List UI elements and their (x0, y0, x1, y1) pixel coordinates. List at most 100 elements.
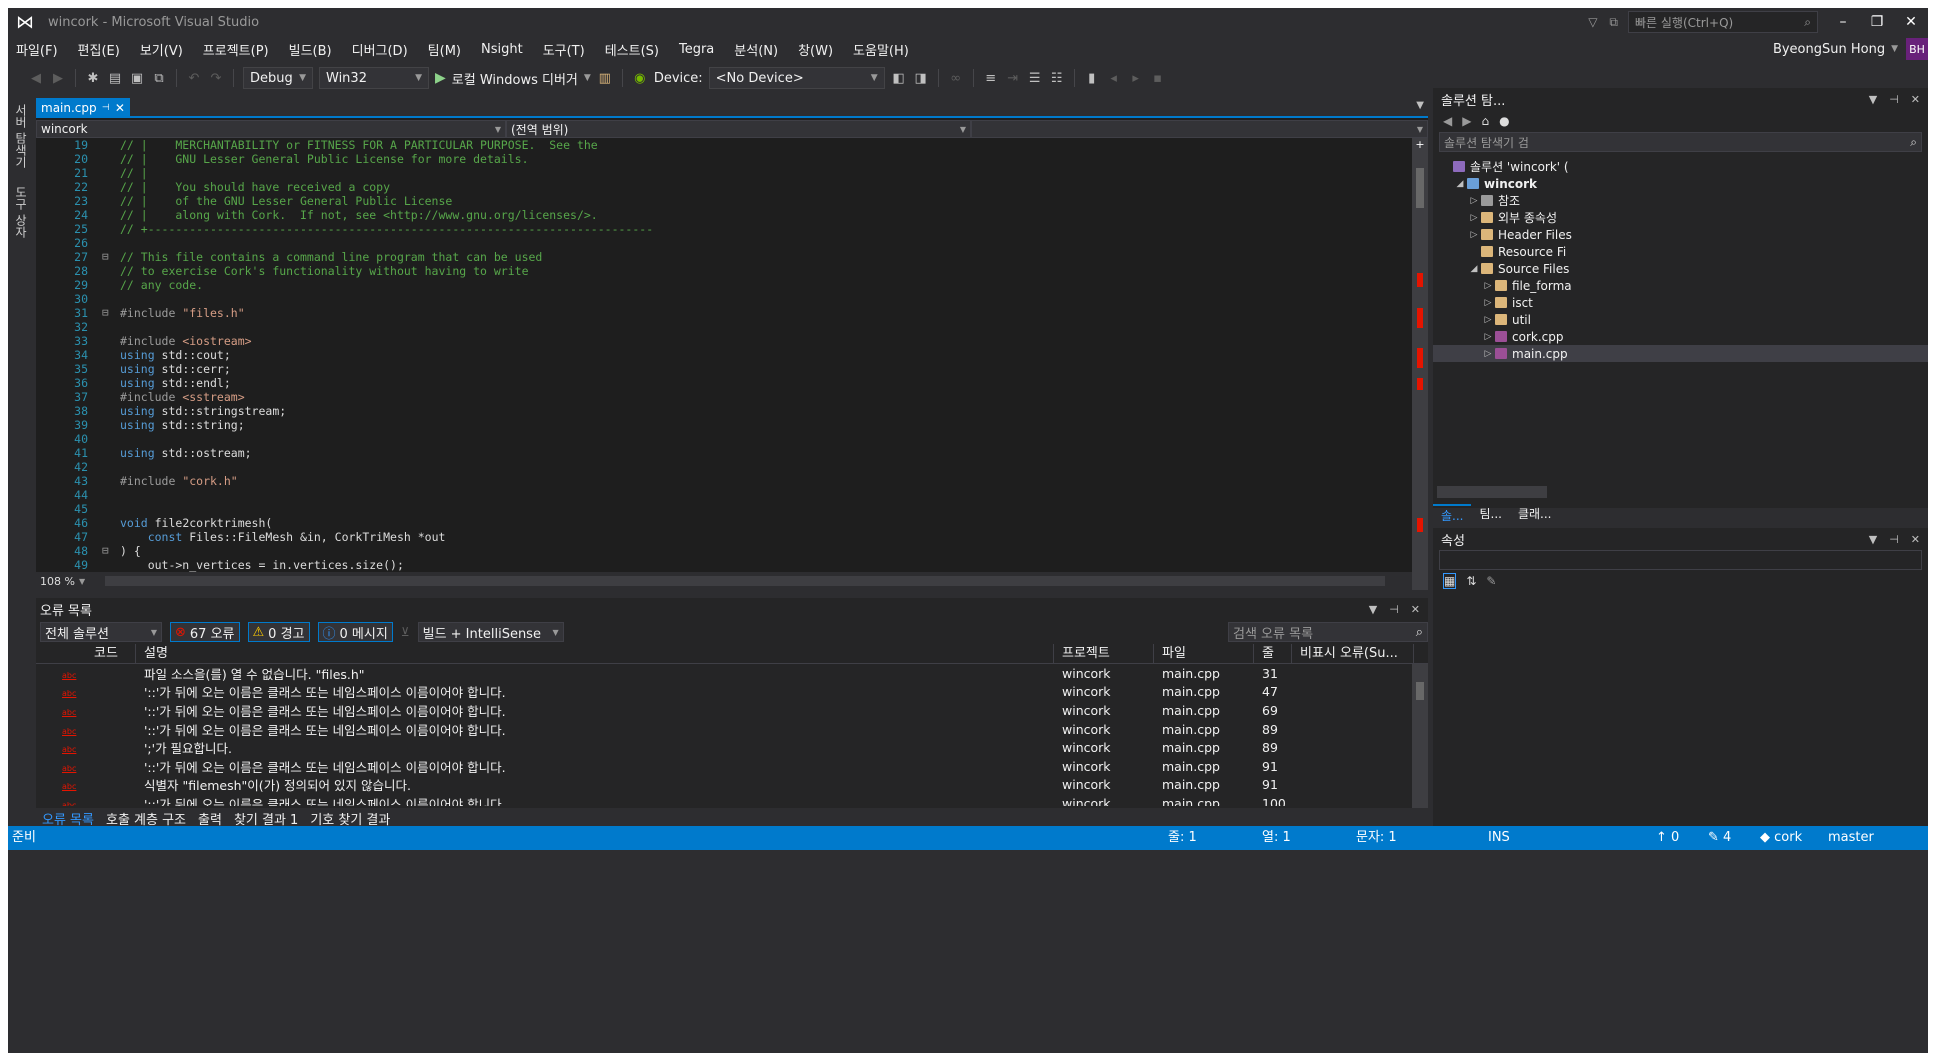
solution-horizontal-scrollbar[interactable] (1437, 486, 1547, 498)
error-marker[interactable] (1417, 518, 1423, 532)
code-line[interactable]: 39 using std::string; (36, 418, 1412, 432)
nvidia-icon[interactable]: ◉ (632, 71, 648, 86)
pin-icon[interactable]: ⊣ (102, 103, 110, 113)
chevron-down-icon[interactable]: ▼ (79, 577, 85, 586)
menu-build[interactable]: 빌드(B) (289, 40, 332, 59)
collapsed-icon[interactable]: ▷ (1481, 315, 1495, 325)
device-manager-icon[interactable]: ◨ (913, 71, 929, 86)
sync-icon[interactable]: ● (1499, 114, 1509, 128)
collapsed-icon[interactable]: ▷ (1467, 196, 1481, 206)
code-line[interactable]: 46 void file2corktrimesh( (36, 516, 1412, 530)
solution-tree-item[interactable]: ▷ file_forma (1433, 277, 1928, 294)
indent-icon[interactable]: ⇥ (1005, 71, 1021, 86)
home-icon[interactable]: ⌂ (1481, 114, 1489, 128)
code-line[interactable]: 38 using std::stringstream; (36, 404, 1412, 418)
code-line[interactable]: 48 ⊟) { (36, 544, 1412, 558)
status-repository[interactable]: ◆ cork (1760, 826, 1802, 850)
close-icon[interactable]: ✕ (1911, 93, 1920, 106)
filter-icon[interactable]: ▽ (1588, 15, 1597, 29)
expanded-icon[interactable]: ◢ (1467, 264, 1481, 274)
fold-toggle-icon[interactable]: ⊟ (102, 306, 109, 320)
code-line[interactable]: 19 // | MERCHANTABILITY or FITNESS FOR A … (36, 138, 1412, 152)
open-file-icon[interactable]: ▤ (107, 71, 123, 86)
status-pending-push[interactable]: ↑ 0 (1656, 826, 1679, 850)
warnings-filter-button[interactable]: ⚠ 0 경고 (247, 622, 310, 642)
code-line[interactable]: 29 // any code. (36, 278, 1412, 292)
code-line[interactable]: 41 using std::ostream; (36, 446, 1412, 460)
properties-object-select[interactable] (1439, 550, 1922, 570)
save-icon[interactable]: ▣ (129, 71, 145, 86)
property-pages-icon[interactable]: ✎ (1486, 574, 1496, 588)
error-search-input[interactable]: 검색 오류 목록 ⌕ (1228, 622, 1428, 642)
code-line[interactable]: 25 // +----------------------------------… (36, 222, 1412, 236)
code-line[interactable]: 37 #include <sstream> (36, 390, 1412, 404)
code-line[interactable]: 31 ⊟ #include "files.h" (36, 306, 1412, 320)
forward-icon[interactable]: ▶ (50, 71, 66, 86)
code-line[interactable]: 45 (36, 502, 1412, 516)
close-window-button[interactable]: ✕ (1894, 14, 1928, 30)
pin-icon[interactable]: ⊣ (1889, 93, 1899, 106)
solution-tree-item[interactable]: ▷ isct (1433, 294, 1928, 311)
back-icon[interactable]: ◀ (1443, 114, 1452, 128)
table-row[interactable]: abc '::'가 뒤에 오는 이름은 클래스 또는 네임스페이스 이름이어야 합… (36, 683, 1428, 702)
build-source-select[interactable]: 빌드 + IntelliSense ▼ (417, 622, 564, 642)
undo-icon[interactable]: ↶ (186, 71, 202, 86)
code-line[interactable]: 42 (36, 460, 1412, 474)
scope-select[interactable]: 전체 솔루션 ▼ (40, 622, 162, 642)
tab-output[interactable]: 출력 (198, 809, 222, 828)
error-marker[interactable] (1417, 273, 1423, 287)
code-line[interactable]: 27 ⊟ // This file contains a command line … (36, 250, 1412, 264)
code-editor[interactable]: 19 // | MERCHANTABILITY or FITNESS FOR A … (36, 138, 1412, 572)
code-line[interactable]: 32 (36, 320, 1412, 334)
solution-tree-item[interactable]: ▷ 외부 종속성 (1433, 209, 1928, 226)
col-code[interactable]: 코드 (86, 643, 136, 664)
table-row[interactable]: abc '::'가 뒤에 오는 이름은 클래스 또는 네임스페이스 이름이어야 합… (36, 757, 1428, 776)
code-line[interactable]: 21 // | (36, 166, 1412, 180)
solution-tree-item[interactable]: 솔루션 'wincork' ( (1433, 158, 1928, 175)
solution-tree-item[interactable]: ▷ Header Files (1433, 226, 1928, 243)
code-line[interactable]: 28 // to exercise Cork's functionality wi… (36, 264, 1412, 278)
expanded-icon[interactable]: ◢ (1453, 179, 1467, 189)
pin-icon[interactable]: ⊣ (1889, 533, 1899, 546)
solution-tree-item[interactable]: ◢ Source Files (1433, 260, 1928, 277)
server-explorer-tab[interactable]: 서버 탐색기 (13, 104, 30, 168)
start-debugging-button[interactable]: 로컬 Windows 디버거 (452, 69, 578, 88)
collapsed-icon[interactable]: ▷ (1467, 230, 1481, 240)
close-icon[interactable]: ✕ (1411, 603, 1420, 616)
menu-tegra[interactable]: Tegra (679, 42, 714, 57)
solution-tree-item[interactable]: ▷ cork.cpp (1433, 328, 1928, 345)
status-pending-changes[interactable]: ✎ 4 (1708, 826, 1731, 850)
tab-find-results-1[interactable]: 찾기 결과 1 (234, 809, 298, 828)
link-icon[interactable]: ∞ (948, 71, 964, 86)
zoom-level[interactable]: 108 % (40, 575, 75, 588)
menu-edit[interactable]: 편집(E) (78, 40, 120, 59)
col-file[interactable]: 파일 (1154, 643, 1254, 664)
clear-bookmarks-icon[interactable]: ▪ (1150, 71, 1166, 86)
project-scope-select[interactable]: wincork ▼ (36, 120, 506, 138)
alphabetical-icon[interactable]: ⇅ (1466, 574, 1476, 588)
menu-team[interactable]: 팀(M) (428, 40, 461, 59)
code-line[interactable]: 26 (36, 236, 1412, 250)
collapsed-icon[interactable]: ▷ (1481, 332, 1495, 342)
solution-search-input[interactable]: 솔루션 탐색기 검 ⌕ (1439, 132, 1922, 152)
menu-window[interactable]: 창(W) (798, 40, 833, 59)
code-line[interactable]: 44 (36, 488, 1412, 502)
code-line[interactable]: 33 #include <iostream> (36, 334, 1412, 348)
menu-help[interactable]: 도움말(H) (853, 40, 909, 59)
device-select[interactable]: <No Device> ▼ (708, 67, 885, 89)
code-line[interactable]: 40 (36, 432, 1412, 446)
uncomment-icon[interactable]: ☷ (1049, 71, 1065, 86)
close-icon[interactable]: ✕ (115, 101, 125, 115)
prev-bookmark-icon[interactable]: ◂ (1106, 71, 1122, 86)
code-line[interactable]: 23 // | of the GNU Lesser General Public … (36, 194, 1412, 208)
device-settings-icon[interactable]: ◧ (891, 71, 907, 86)
scroll-thumb[interactable] (1416, 168, 1424, 208)
menu-nsight[interactable]: Nsight (481, 42, 523, 57)
error-marker[interactable] (1417, 378, 1423, 390)
code-line[interactable]: 30 (36, 292, 1412, 306)
next-bookmark-icon[interactable]: ▸ (1128, 71, 1144, 86)
panel-menu-icon[interactable]: ▼ (1369, 603, 1377, 616)
user-account[interactable]: ByeongSun Hong ▼ BH (1773, 38, 1928, 60)
member-select[interactable]: ▼ (971, 120, 1428, 138)
chevron-down-icon[interactable]: ▼ (584, 73, 591, 83)
